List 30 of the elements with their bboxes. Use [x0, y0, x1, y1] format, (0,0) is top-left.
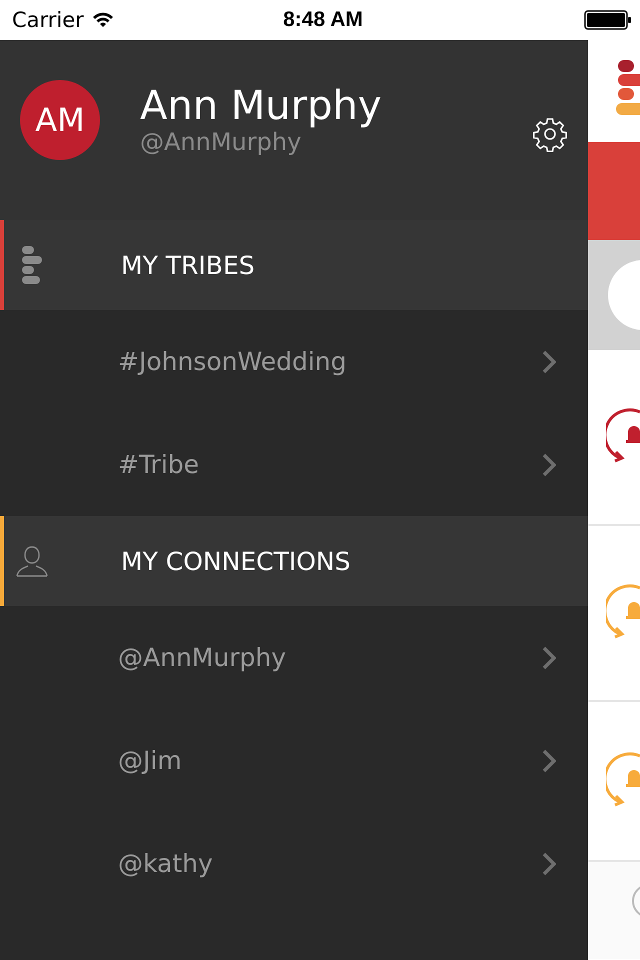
tribe-logo-icon: [22, 246, 42, 284]
menu-item[interactable]: @AnnMurphy: [0, 606, 588, 709]
item-label: @kathy: [118, 849, 213, 878]
section-title: MY TRIBES: [121, 250, 255, 280]
item-label: #JohnsonWedding: [118, 347, 347, 376]
settings-icon[interactable]: [532, 116, 568, 152]
carrier-label: Carrier: [12, 8, 84, 32]
user-name: Ann Murphy: [140, 84, 383, 128]
chevron-icon: [542, 350, 556, 374]
item-label: #Tribe: [118, 450, 200, 479]
item-label: @AnnMurphy: [118, 643, 286, 672]
battery-icon: [584, 10, 632, 30]
wifi-icon: [92, 12, 114, 28]
menu-item[interactable]: @Jim: [0, 709, 588, 812]
section-title: MY CONNECTIONS: [121, 546, 350, 576]
logo-bar-icon: [616, 102, 640, 116]
chevron-icon: [542, 646, 556, 670]
avatar[interactable]: AM: [20, 80, 100, 160]
item-label: @Jim: [118, 746, 182, 775]
menu-item[interactable]: @kathy: [0, 812, 588, 915]
chevron-icon: [542, 748, 556, 772]
person-icon: [14, 545, 48, 577]
section-header[interactable]: MY CONNECTIONS: [0, 516, 588, 606]
clock-time: 8:48 AM: [283, 8, 363, 32]
menu-item[interactable]: #Tribe: [0, 413, 588, 516]
chevron-icon: [542, 852, 556, 876]
menu-item[interactable]: #JohnsonWedding: [0, 310, 588, 413]
section-header[interactable]: MY TRIBES: [0, 220, 588, 310]
user-handle: @AnnMurphy: [140, 128, 302, 156]
chevron-icon: [542, 452, 556, 476]
